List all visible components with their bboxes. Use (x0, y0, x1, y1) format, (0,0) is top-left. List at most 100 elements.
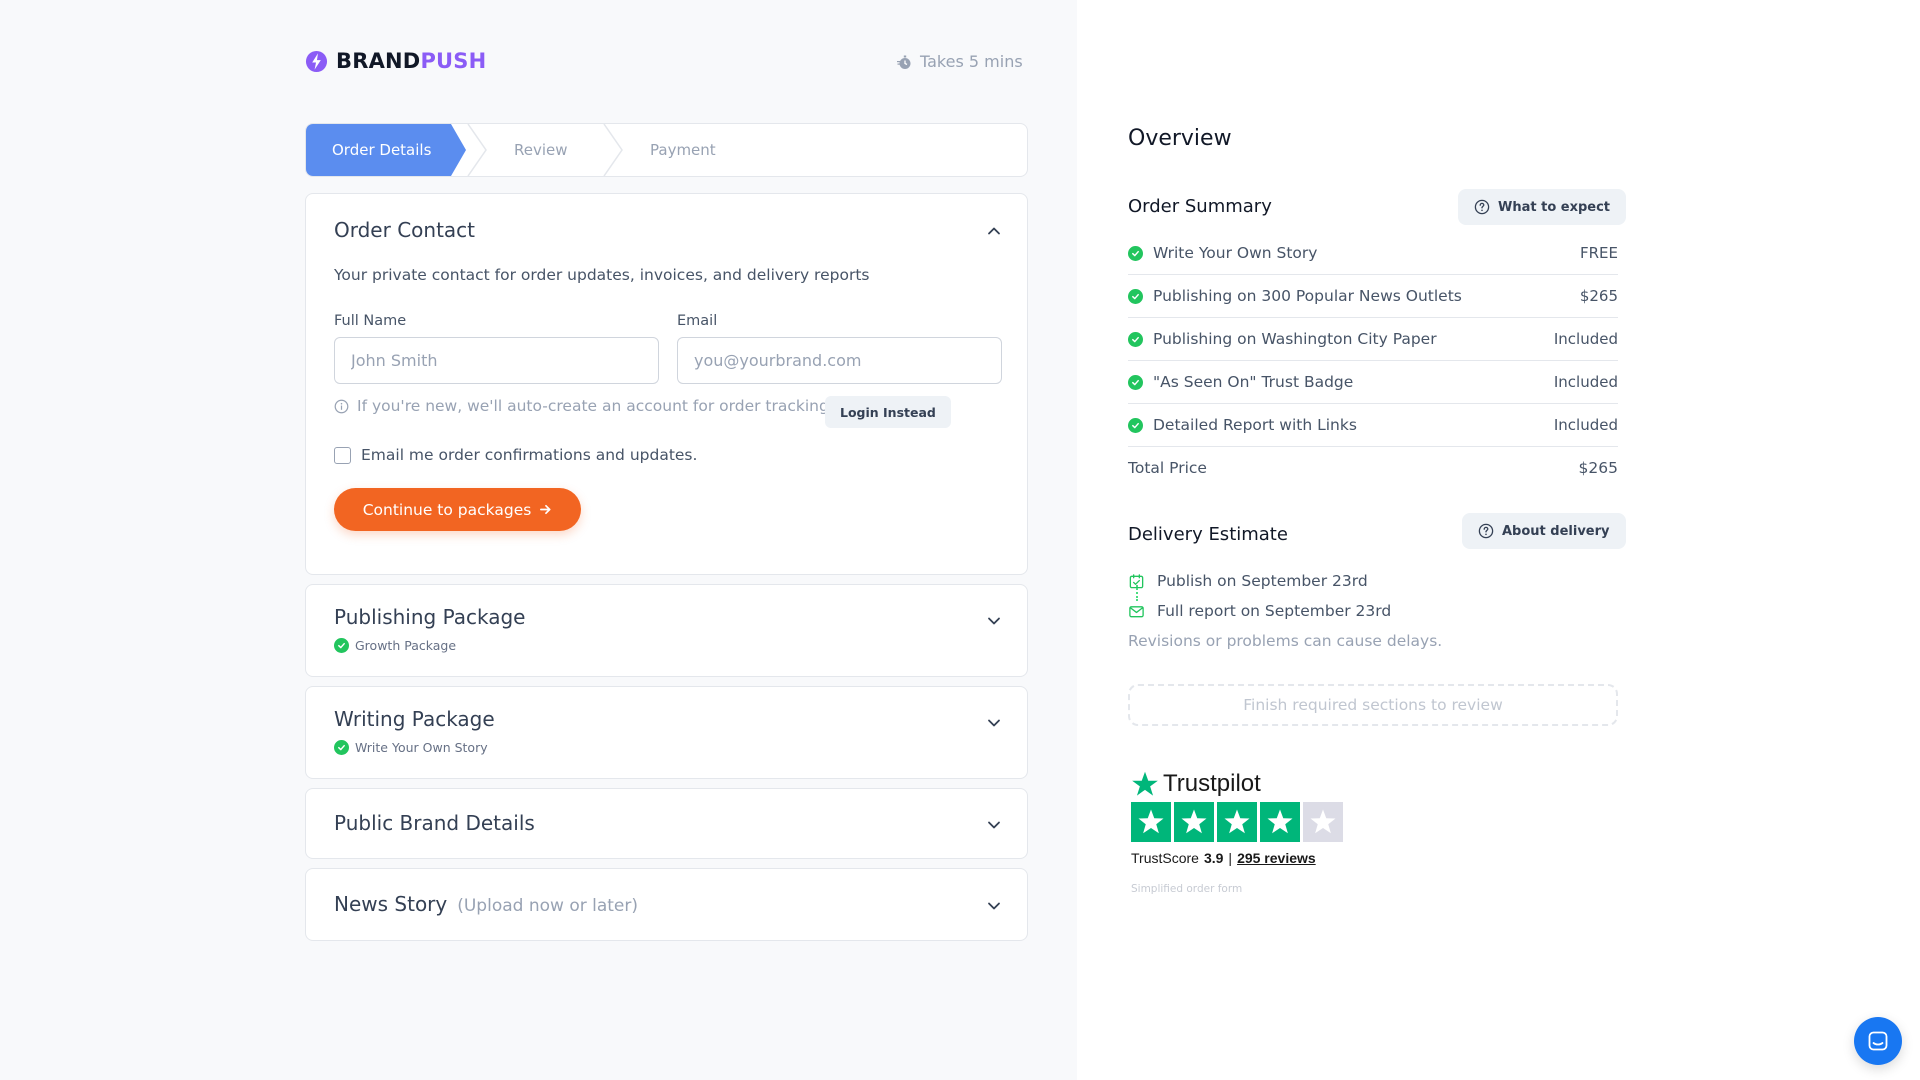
star-empty-icon (1303, 802, 1343, 842)
star-icon (1260, 802, 1300, 842)
publishing-package-card[interactable]: Publishing Package Growth Package (305, 584, 1028, 677)
summary-item-price: $265 (1579, 287, 1618, 305)
email-input[interactable] (677, 337, 1002, 384)
account-info: If you're new, we'll auto-create an acco… (334, 397, 834, 415)
continue-to-packages-button[interactable]: Continue to packages (334, 488, 581, 531)
about-delivery-button[interactable]: About delivery (1462, 513, 1626, 549)
info-circle-icon (334, 399, 349, 413)
star-icon (1217, 802, 1257, 842)
news-story-heading: News Story (Upload now or later) (334, 892, 638, 916)
summary-row: Publishing on Washington City Paper Incl… (1128, 318, 1618, 361)
summary-item-price: Included (1553, 373, 1618, 391)
summary-row: Detailed Report with Links Included (1128, 404, 1618, 447)
news-story-card[interactable]: News Story (Upload now or later) (305, 868, 1028, 941)
step-review[interactable]: Review (514, 124, 568, 176)
question-circle-icon (1474, 199, 1490, 215)
mail-icon (1129, 605, 1144, 617)
checkout-stepper: Order Details Review Payment (305, 123, 1028, 177)
chevron-down-icon[interactable] (987, 716, 1001, 730)
news-story-title: News Story (334, 892, 448, 916)
summary-item-price: Included (1553, 416, 1618, 434)
finish-sections-button[interactable]: Finish required sections to review (1128, 684, 1618, 726)
order-summary-title: Order Summary (1128, 196, 1272, 217)
step-label: Payment (650, 141, 716, 159)
star-icon (1131, 802, 1171, 842)
star-icon (1132, 771, 1158, 796)
summary-item-label: Publishing on Washington City Paper (1153, 330, 1437, 348)
total-value: $265 (1578, 459, 1618, 477)
delivery-note: Revisions or problems can cause delays. (1128, 632, 1443, 650)
chevron-down-icon[interactable] (987, 614, 1001, 628)
summary-item-label: "As Seen On" Trust Badge (1153, 373, 1354, 391)
step-separator-icon (603, 124, 623, 176)
trustpilot-reviews-link[interactable]: 295 reviews (1237, 850, 1316, 866)
check-circle-icon (334, 638, 349, 653)
step-label: Review (514, 141, 568, 159)
time-estimate: Takes 5 mins (896, 52, 1023, 71)
login-instead-button[interactable]: Login Instead (825, 396, 951, 428)
arrow-right-icon (540, 504, 551, 515)
public-brand-details-title: Public Brand Details (334, 811, 535, 835)
full-name-input[interactable] (334, 337, 659, 384)
check-circle-icon (1128, 417, 1143, 433)
trustpilot-widget[interactable]: Trustpilot TrustScore 3.9 | 295 reviews (1131, 770, 1343, 866)
news-story-hint: (Upload now or later) (457, 896, 639, 916)
trustpilot-score-line: TrustScore 3.9 | 295 reviews (1131, 850, 1343, 866)
trustscore-value: 3.9 (1203, 850, 1224, 866)
trustpilot-stars (1131, 802, 1343, 842)
check-circle-icon (1128, 245, 1143, 261)
check-circle-icon (1128, 288, 1143, 304)
check-circle-icon (1128, 331, 1143, 347)
time-estimate-text: Takes 5 mins (920, 52, 1023, 71)
chat-icon (1868, 1031, 1888, 1051)
brandpush-logo[interactable]: BRANDPUSH (305, 49, 486, 73)
what-to-expect-label: What to expect (1498, 199, 1611, 215)
trustpilot-logo: Trustpilot (1131, 770, 1343, 798)
email-updates-option[interactable]: Email me order confirmations and updates… (334, 446, 697, 464)
publishing-package-value: Growth Package (355, 638, 457, 653)
report-date-row: Full report on September 23rd (1128, 596, 1391, 626)
overview-title: Overview (1128, 126, 1232, 151)
full-name-label: Full Name (334, 313, 407, 329)
summary-item-price: FREE (1579, 244, 1618, 262)
chat-launcher-button[interactable] (1854, 1017, 1902, 1065)
publish-date-text: Publish on September 23rd (1157, 572, 1368, 590)
trustscore-separator: | (1228, 850, 1233, 866)
simplified-form-note: Simplified order form (1131, 883, 1243, 895)
writing-package-card[interactable]: Writing Package Write Your Own Story (305, 686, 1028, 779)
email-updates-label: Email me order confirmations and updates… (361, 446, 698, 464)
step-separator-icon (467, 124, 487, 176)
writing-package-title: Writing Package (334, 707, 495, 731)
order-contact-description: Your private contact for order updates, … (334, 266, 870, 284)
step-order-details[interactable]: Order Details (306, 124, 466, 176)
total-label: Total Price (1128, 459, 1207, 477)
summary-item-price: Included (1553, 330, 1618, 348)
delivery-estimate-title: Delivery Estimate (1128, 524, 1288, 545)
chevron-down-icon[interactable] (987, 818, 1001, 832)
stopwatch-icon (897, 55, 911, 69)
check-circle-icon (334, 740, 349, 755)
star-icon (1174, 802, 1214, 842)
check-circle-icon (1128, 374, 1143, 390)
chevron-down-icon[interactable] (987, 899, 1001, 913)
delivery-timeline: Publish on September 23rd Full report on… (1128, 566, 1391, 626)
order-summary-list: Write Your Own Story FREE Publishing on … (1128, 232, 1618, 489)
step-label: Order Details (332, 141, 432, 159)
public-brand-details-card[interactable]: Public Brand Details (305, 788, 1028, 859)
step-payment[interactable]: Payment (650, 124, 716, 176)
what-to-expect-button[interactable]: What to expect (1458, 189, 1627, 225)
chevron-up-icon[interactable] (987, 224, 1001, 238)
summary-row: Publishing on 300 Popular News Outlets $… (1128, 275, 1618, 318)
publishing-package-selection: Growth Package (334, 638, 456, 653)
account-info-text: If you're new, we'll auto-create an acco… (357, 397, 834, 415)
order-contact-card: Order Contact Your private contact for o… (305, 193, 1028, 575)
writing-package-selection: Write Your Own Story (334, 740, 488, 755)
email-updates-checkbox[interactable] (334, 446, 351, 464)
order-contact-title[interactable]: Order Contact (334, 218, 475, 242)
continue-button-label: Continue to packages (362, 500, 532, 519)
about-delivery-label: About delivery (1502, 523, 1610, 539)
summary-item-label: Write Your Own Story (1153, 244, 1318, 262)
timeline-connector (1136, 585, 1138, 601)
summary-row: Write Your Own Story FREE (1128, 232, 1618, 275)
total-row: Total Price $265 (1128, 447, 1618, 489)
